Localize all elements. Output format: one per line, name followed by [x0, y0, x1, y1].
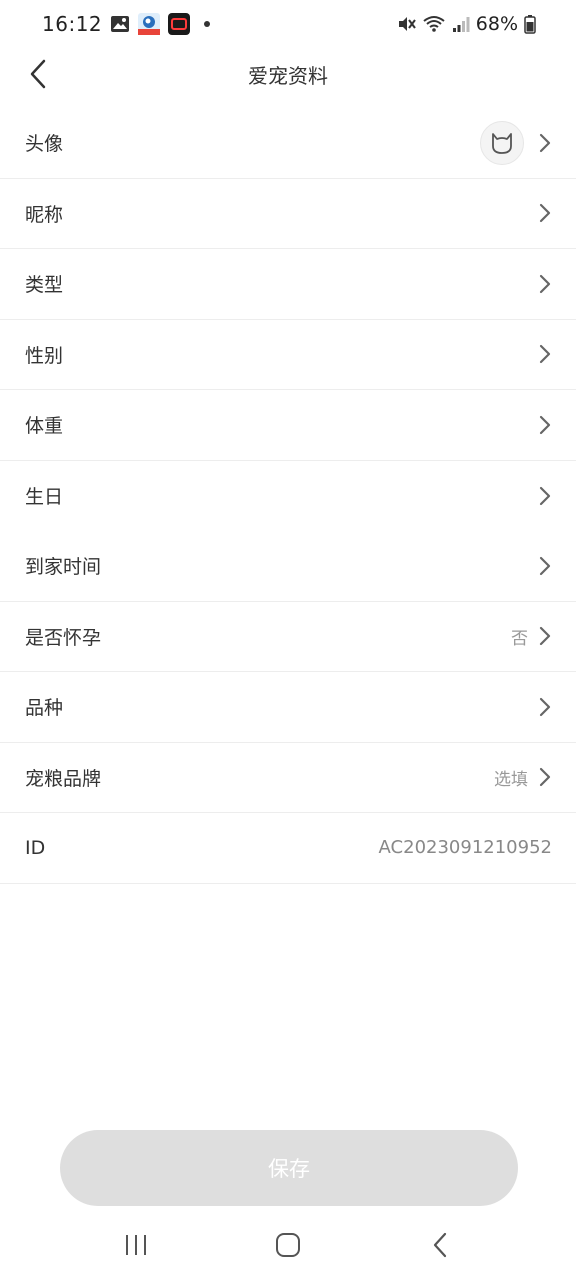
avatar[interactable]	[480, 120, 524, 165]
row-value: 否	[511, 628, 528, 649]
save-button[interactable]: 保存	[60, 1130, 518, 1206]
row-nickname[interactable]: 昵称	[0, 179, 576, 249]
row-right: AC2023091210952	[379, 837, 552, 858]
battery-percent: 68%	[475, 13, 518, 35]
row-id: ID AC2023091210952	[0, 813, 576, 884]
chevron-right-icon	[539, 768, 551, 787]
back-button[interactable]	[18, 54, 58, 94]
row-right	[538, 415, 552, 435]
row-label: 头像	[25, 133, 64, 156]
wifi-icon	[423, 16, 445, 32]
row-breed[interactable]: 品种	[0, 672, 576, 743]
chevron-right-icon	[539, 133, 551, 152]
chevron-right-icon	[539, 345, 551, 364]
row-food-brand[interactable]: 宠粮品牌 选填	[0, 743, 576, 813]
row-right: 选填	[494, 765, 552, 790]
mute-icon	[398, 17, 416, 31]
row-right	[538, 203, 552, 223]
signal-icon	[452, 17, 470, 32]
row-gender[interactable]: 性别	[0, 320, 576, 390]
page-title: 爱宠资料	[248, 63, 328, 88]
app-notification-icon	[138, 13, 161, 35]
row-type[interactable]: 类型	[0, 249, 576, 320]
chevron-right-icon	[539, 556, 551, 575]
row-weight[interactable]: 体重	[0, 390, 576, 461]
row-label: 性别	[25, 344, 64, 367]
row-arrival-time[interactable]: 到家时间	[0, 531, 576, 602]
row-label: 到家时间	[25, 556, 102, 579]
pet-id-value: AC2023091210952	[378, 837, 552, 859]
status-bar: 16:12 68%	[0, 0, 576, 48]
row-avatar[interactable]: 头像	[0, 108, 576, 179]
cat-avatar-icon	[492, 132, 512, 154]
row-label: ID	[25, 836, 46, 859]
row-right	[538, 274, 552, 294]
recent-apps-icon	[126, 1235, 146, 1255]
home-button[interactable]	[258, 1215, 318, 1275]
row-right	[538, 556, 552, 576]
row-label: 昵称	[25, 203, 64, 226]
header: 爱宠资料	[0, 48, 576, 100]
status-time: 16:12	[42, 12, 103, 36]
row-label: 体重	[25, 415, 64, 438]
chevron-right-icon	[539, 204, 551, 223]
chevron-right-icon	[539, 697, 551, 716]
more-notifications-dot-icon	[204, 21, 211, 27]
row-right	[480, 120, 552, 165]
row-pregnant[interactable]: 是否怀孕 否	[0, 602, 576, 672]
row-value: 选填	[494, 769, 528, 790]
system-nav-bar	[0, 1210, 576, 1280]
row-label: 是否怀孕	[25, 626, 102, 649]
gallery-icon	[111, 16, 130, 32]
home-icon	[276, 1233, 300, 1257]
row-birthday[interactable]: 生日	[0, 461, 576, 532]
battery-icon	[524, 15, 536, 34]
row-right	[538, 344, 552, 364]
row-right: 否	[511, 624, 552, 649]
chevron-right-icon	[539, 486, 551, 505]
chevron-right-icon	[539, 274, 551, 293]
recent-apps-button[interactable]	[106, 1215, 166, 1275]
nav-back-icon	[433, 1232, 447, 1258]
video-app-icon	[168, 13, 191, 35]
status-left: 16:12	[42, 12, 212, 36]
status-right: 68%	[396, 13, 536, 35]
row-label: 类型	[25, 274, 64, 297]
back-arrow-icon	[30, 59, 46, 89]
nav-back-button[interactable]	[410, 1215, 470, 1275]
row-label: 宠粮品牌	[25, 767, 102, 790]
row-label: 品种	[25, 697, 64, 720]
pet-profile-list: 头像 昵称 类型 性别 体重 生日 到家时间 是否怀孕 否 品种 宠粮品牌 选填…	[0, 108, 576, 884]
row-right	[538, 697, 552, 717]
row-label: 生日	[25, 486, 64, 509]
chevron-right-icon	[539, 415, 551, 434]
row-right	[538, 486, 552, 506]
chevron-right-icon	[539, 627, 551, 646]
